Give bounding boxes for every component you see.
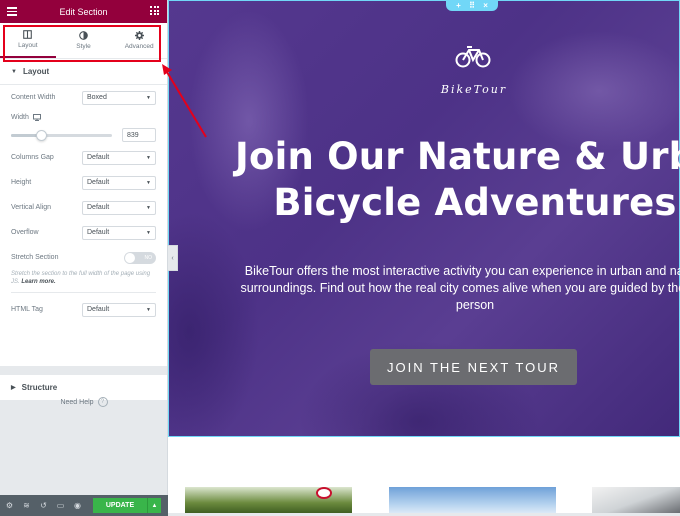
height-value: Default	[87, 179, 110, 186]
width-slider[interactable]	[11, 129, 112, 141]
tour-card-image[interactable]	[389, 487, 556, 516]
subtext-line-3: person	[455, 298, 495, 312]
stretch-section-toggle[interactable]: NO	[124, 251, 156, 264]
panel-title: Edit Section	[59, 6, 108, 17]
hero-subtext: BikeTour offers the most interactive act…	[235, 263, 680, 314]
stretch-section-label: Stretch Section	[11, 254, 59, 261]
content-width-control: Content Width Boxed ▼	[11, 85, 156, 110]
html-tag-value: Default	[87, 306, 110, 313]
chevron-down-icon: ▼	[146, 154, 151, 161]
caret-right-icon: ▶	[11, 385, 16, 391]
update-button[interactable]: UPDATE ▲	[93, 498, 161, 513]
drag-handle-icon[interactable]: ⠿	[469, 1, 475, 10]
content-width-select[interactable]: Boxed ▼	[82, 90, 156, 105]
add-section-icon[interactable]: +	[456, 1, 461, 10]
editor-panel: Edit Section Layout Style Advanced ▼ Lay…	[0, 0, 168, 516]
history-icon[interactable]: ↺	[39, 501, 48, 510]
caret-up-icon[interactable]: ▲	[147, 498, 161, 513]
desktop-icon[interactable]	[32, 114, 41, 121]
columns-gap-label: Columns Gap	[11, 154, 54, 161]
overflow-value: Default	[87, 229, 110, 236]
html-tag-label: HTML Tag	[11, 306, 43, 313]
panel-footer: ⚙ ≋ ↺ ▭ ◉ UPDATE ▲	[0, 495, 168, 516]
need-help-label: Need Help	[60, 398, 94, 406]
panel-header: Edit Section	[0, 0, 167, 23]
hero-section[interactable]: BikeTour Join Our Nature & Urban Bicycle…	[168, 0, 680, 437]
subtext-line-1: BikeTour offers the most interactive act…	[244, 264, 680, 278]
layers-icon[interactable]: ≋	[22, 501, 31, 510]
delete-section-icon[interactable]: ×	[483, 1, 488, 10]
responsive-icon[interactable]: ▭	[56, 501, 65, 510]
caret-down-icon: ▼	[11, 68, 17, 75]
columns-gap-select[interactable]: Default ▼	[82, 150, 156, 165]
chevron-down-icon: ▼	[146, 179, 151, 186]
width-slider-row: 839	[11, 125, 156, 145]
chevron-down-icon: ▼	[146, 204, 151, 211]
html-tag-control: HTML Tag Default ▼	[11, 297, 156, 322]
hero-headline: Join Our Nature & Urban Bicycle Adventur…	[235, 134, 680, 226]
vertical-align-control: Vertical Align Default ▼	[11, 195, 156, 220]
chevron-down-icon: ▼	[146, 229, 151, 236]
update-label: UPDATE	[105, 502, 135, 509]
vertical-align-label: Vertical Align	[11, 204, 52, 211]
eye-icon[interactable]: ◉	[73, 501, 82, 510]
join-tour-button[interactable]: JOIN THE NEXT TOUR	[370, 349, 577, 385]
toggle-state-label: NO	[144, 254, 153, 261]
headline-line-1: Join Our Nature & Urban	[235, 135, 680, 178]
chevron-down-icon: ▼	[146, 94, 151, 101]
content-width-label: Content Width	[11, 94, 56, 101]
subtext-line-2: surroundings. Find out how the real city…	[240, 281, 680, 295]
settings-icon[interactable]: ⚙	[5, 501, 14, 510]
question-icon: ?	[97, 397, 108, 407]
structure-section-title: Structure	[21, 383, 58, 392]
layout-section-toggle[interactable]: ▼ Layout	[0, 59, 167, 85]
height-label: Height	[11, 179, 32, 186]
toggle-knob	[125, 252, 135, 263]
columns-gap-value: Default	[87, 154, 110, 161]
html-tag-select[interactable]: Default ▼	[82, 302, 156, 317]
width-input[interactable]: 839	[122, 128, 156, 142]
overflow-control: Overflow Default ▼	[11, 220, 156, 245]
height-select[interactable]: Default ▼	[82, 175, 156, 190]
vertical-align-select[interactable]: Default ▼	[82, 200, 156, 215]
learn-more-link[interactable]: Learn more.	[21, 279, 55, 285]
collapse-panel-button[interactable]: ‹	[168, 245, 178, 271]
tabs-highlight-box	[3, 25, 161, 62]
overflow-select[interactable]: Default ▼	[82, 225, 156, 240]
chevron-left-icon: ‹	[171, 254, 174, 262]
overflow-label: Overflow	[11, 229, 39, 236]
width-label: Width	[11, 114, 29, 121]
street-sign-image	[316, 487, 332, 499]
stretch-section-control: Stretch Section NO	[11, 245, 156, 270]
height-control: Height Default ▼	[11, 170, 156, 195]
width-control-label: Width	[11, 110, 156, 125]
bicycle-icon	[455, 46, 491, 68]
tour-card-image[interactable]	[185, 487, 352, 516]
widgets-grid-icon[interactable]	[150, 6, 159, 15]
tour-card-image[interactable]	[592, 487, 680, 516]
chevron-down-icon: ▼	[146, 306, 151, 313]
brand-name: BikeTour	[440, 83, 508, 96]
vertical-align-value: Default	[87, 204, 110, 211]
content-width-value: Boxed	[87, 94, 107, 101]
need-help-link[interactable]: Need Help ?	[0, 397, 168, 407]
section-handle[interactable]: + ⠿ ×	[446, 0, 498, 11]
columns-gap-control: Columns Gap Default ▼	[11, 145, 156, 170]
preview-canvas: BikeTour Join Our Nature & Urban Bicycle…	[168, 0, 680, 516]
headline-line-2: Bicycle Adventures	[273, 181, 677, 224]
layout-controls: Content Width Boxed ▼ Width 839 Columns G…	[0, 85, 167, 366]
hamburger-menu-icon[interactable]	[7, 7, 17, 16]
width-slider-handle[interactable]	[35, 129, 47, 141]
layout-section-title: Layout	[22, 67, 50, 76]
stretch-section-note: Stretch the section to the full width of…	[11, 270, 156, 293]
